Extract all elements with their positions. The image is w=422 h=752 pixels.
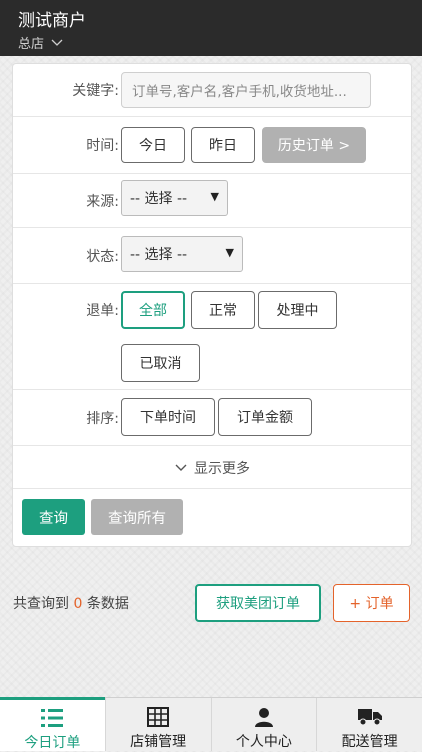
keyword-input[interactable]: 订单号,客户名,客户手机,收货地址... (121, 72, 371, 108)
sort-amount-button[interactable]: 订单金额 (218, 398, 312, 436)
chevron-down-icon (175, 464, 187, 471)
tab-today-orders[interactable]: 今日订单 (0, 697, 105, 751)
filter-card: 关键字: 订单号,客户名,客户手机,收货地址... 时间: 今日 昨日 历史订单… (12, 63, 412, 547)
store-selector[interactable]: 总店 (18, 33, 64, 52)
time-label: 时间: (86, 138, 119, 154)
time-row: 时间: 今日 昨日 历史订单 > (13, 117, 411, 174)
result-number: 0 (73, 596, 83, 612)
add-order-button[interactable]: + 订单 (333, 584, 410, 622)
tab-store-management[interactable]: 店铺管理 (104, 698, 211, 751)
history-orders-button[interactable]: 历史订单 > (262, 127, 366, 163)
show-more-label: 显示更多 (194, 461, 250, 477)
tab-label: 配送管理 (341, 734, 398, 750)
sort-label: 排序: (86, 411, 119, 427)
get-meituan-orders-button[interactable]: 获取美团订单 (195, 584, 321, 622)
refund-label: 退单: (86, 303, 119, 319)
status-select[interactable]: -- 选择 -- ▼ (121, 236, 243, 272)
refund-all-button[interactable]: 全部 (121, 291, 185, 329)
truck-icon (357, 708, 382, 725)
dropdown-arrow-icon: ▼ (210, 190, 219, 203)
keyword-placeholder: 订单号,客户名,客户手机,收货地址... (132, 84, 347, 100)
store-name: 总店 (18, 37, 45, 52)
result-prefix: 共查询到 (13, 596, 69, 612)
tab-label: 今日订单 (24, 735, 81, 751)
chevron-down-icon (51, 39, 63, 46)
list-icon (41, 709, 64, 727)
refund-processing-button[interactable]: 处理中 (258, 291, 337, 329)
keyword-row: 关键字: 订单号,客户名,客户手机,收货地址... (13, 64, 411, 117)
show-more-toggle[interactable]: 显示更多 (13, 448, 411, 489)
status-selected: -- 选择 -- (130, 247, 188, 263)
time-yesterday-button[interactable]: 昨日 (191, 127, 255, 163)
refund-normal-button[interactable]: 正常 (191, 291, 255, 329)
time-today-button[interactable]: 今日 (121, 127, 185, 163)
source-label: 来源: (86, 194, 119, 210)
refund-row: 退单: 全部 正常 处理中 已取消 (13, 284, 411, 390)
source-row: 来源: -- 选择 -- ▼ (13, 174, 411, 228)
query-button[interactable]: 查询 (22, 499, 85, 535)
app-header: 测试商户 总店 (0, 0, 422, 56)
source-selected: -- 选择 -- (130, 191, 188, 207)
merchant-title: 测试商户 (18, 11, 86, 31)
user-icon (254, 707, 273, 727)
source-select[interactable]: -- 选择 -- ▼ (121, 180, 228, 216)
grid-icon (147, 706, 170, 727)
dropdown-arrow-icon: ▼ (225, 246, 234, 259)
tab-delivery-management[interactable]: 配送管理 (316, 698, 422, 751)
result-count: 共查询到 0 条数据 (13, 593, 129, 613)
sort-time-button[interactable]: 下单时间 (121, 398, 215, 436)
bottom-tab-bar: 今日订单 店铺管理 个人中心 配送管理 (0, 697, 422, 751)
sort-row: 排序: 下单时间 订单金额 (13, 390, 411, 446)
status-label: 状态: (86, 249, 119, 265)
status-row: 状态: -- 选择 -- ▼ (13, 228, 411, 284)
keyword-label: 关键字: (72, 83, 119, 99)
tab-label: 店铺管理 (130, 734, 187, 750)
result-suffix: 条数据 (86, 596, 129, 612)
refund-cancelled-button[interactable]: 已取消 (121, 344, 200, 382)
query-all-button[interactable]: 查询所有 (91, 499, 183, 535)
tab-personal-center[interactable]: 个人中心 (210, 698, 317, 751)
tab-label: 个人中心 (235, 734, 292, 750)
